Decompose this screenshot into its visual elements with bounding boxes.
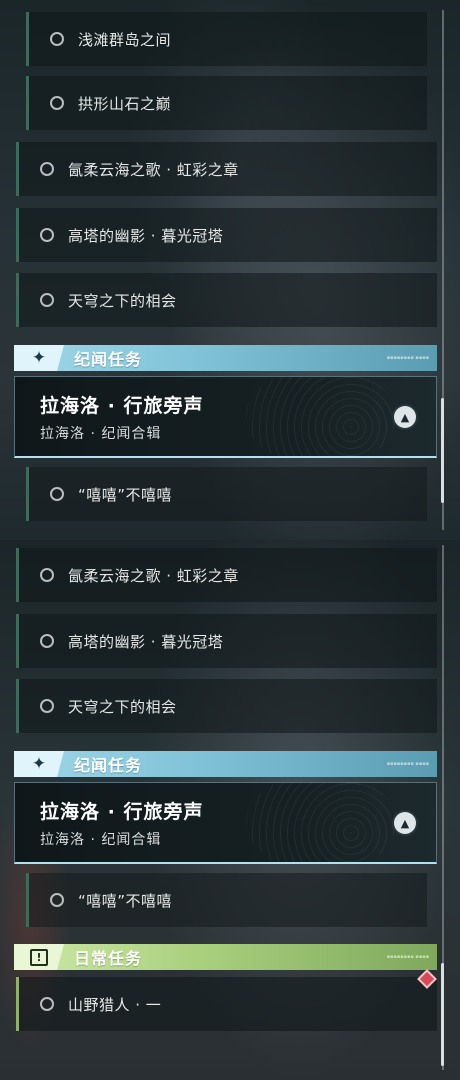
- category-badge: ✦: [14, 751, 64, 777]
- category-header-daily[interactable]: ! 日常任务 ▪▪▪▪▪▪▪▪ ▪▪▪▪: [14, 944, 437, 970]
- quest-label: “嘻嘻”不嘻嘻: [78, 485, 173, 504]
- quest-status-circle-icon: [50, 893, 64, 907]
- quest-card-selected[interactable]: 拉海洛 · 行旅旁声 拉海洛 · 纪闻合辑 ▲: [14, 376, 437, 458]
- quest-row[interactable]: 天穹之下的相会: [16, 273, 437, 327]
- card-title: 拉海洛 · 行旅旁声: [40, 801, 204, 823]
- quest-card-selected[interactable]: 拉海洛 · 行旅旁声 拉海洛 · 纪闻合辑 ▲: [14, 782, 437, 864]
- quest-row[interactable]: 高塔的幽影 · 暮光冠塔: [16, 614, 437, 668]
- sparkle-icon: ✦: [31, 348, 47, 368]
- category-badge: ✦: [14, 345, 64, 371]
- quest-label: 山野猎人 · 一: [68, 995, 162, 1014]
- exclamation-icon: !: [30, 948, 48, 966]
- sparkle-icon: ✦: [31, 754, 47, 774]
- scrollbar-thumb[interactable]: [441, 398, 444, 503]
- quest-status-circle-icon: [40, 293, 54, 307]
- quest-status-circle-icon: [50, 487, 64, 501]
- card-subtitle: 拉海洛 · 纪闻合辑: [40, 832, 162, 848]
- quest-status-circle-icon: [50, 96, 64, 110]
- category-header-chronicle[interactable]: ✦ 纪闻任务 ▪▪▪▪▪▪▪▪ ▪▪▪▪: [14, 345, 437, 371]
- quest-status-circle-icon: [40, 228, 54, 242]
- quest-label: 氤柔云海之歌 · 虹彩之章: [68, 160, 239, 179]
- category-decoration: ▪▪▪▪▪▪▪▪ ▪▪▪▪: [386, 355, 429, 361]
- quest-list-panel-2: 氤柔云海之歌 · 虹彩之章 高塔的幽影 · 暮光冠塔 天穹之下的相会 ✦ 纪闻任…: [0, 540, 460, 1080]
- quest-list-panel-1: 浅滩群岛之间 拱形山石之巅 氤柔云海之歌 · 虹彩之章 高塔的幽影 · 暮光冠塔…: [0, 0, 460, 540]
- quest-status-circle-icon: [40, 634, 54, 648]
- quest-row[interactable]: 天穹之下的相会: [16, 679, 437, 733]
- topographic-pattern: [246, 783, 396, 862]
- quest-sub-row[interactable]: “嘻嘻”不嘻嘻: [26, 873, 427, 927]
- quest-row-daily[interactable]: 山野猎人 · 一: [16, 977, 437, 1031]
- quest-label: 浅滩群岛之间: [78, 30, 172, 49]
- topographic-pattern: [246, 377, 396, 456]
- category-decoration: ▪▪▪▪▪▪▪▪ ▪▪▪▪: [386, 954, 429, 960]
- category-title: 日常任务: [74, 949, 143, 968]
- navigate-icon[interactable]: ▲: [394, 406, 416, 428]
- quest-status-circle-icon: [40, 162, 54, 176]
- quest-sub-row[interactable]: “嘻嘻”不嘻嘻: [26, 467, 427, 521]
- category-decoration: ▪▪▪▪▪▪▪▪ ▪▪▪▪: [386, 761, 429, 767]
- category-title: 纪闻任务: [74, 756, 143, 775]
- quest-row[interactable]: 浅滩群岛之间: [26, 12, 427, 66]
- quest-status-circle-icon: [40, 997, 54, 1011]
- quest-label: 拱形山石之巅: [78, 94, 172, 113]
- quest-row[interactable]: 氤柔云海之歌 · 虹彩之章: [16, 142, 437, 196]
- category-header-chronicle[interactable]: ✦ 纪闻任务 ▪▪▪▪▪▪▪▪ ▪▪▪▪: [14, 751, 437, 777]
- quest-status-circle-icon: [40, 699, 54, 713]
- quest-label: “嘻嘻”不嘻嘻: [78, 891, 173, 910]
- quest-status-circle-icon: [40, 568, 54, 582]
- scrollbar-thumb[interactable]: [441, 963, 444, 1066]
- card-subtitle: 拉海洛 · 纪闻合辑: [40, 426, 162, 442]
- quest-row[interactable]: 高塔的幽影 · 暮光冠塔: [16, 208, 437, 262]
- quest-label: 天穹之下的相会: [68, 291, 177, 310]
- card-title: 拉海洛 · 行旅旁声: [40, 395, 204, 417]
- quest-row[interactable]: 氤柔云海之歌 · 虹彩之章: [16, 548, 437, 602]
- category-badge: !: [14, 944, 64, 970]
- category-title: 纪闻任务: [74, 350, 143, 369]
- quest-label: 氤柔云海之歌 · 虹彩之章: [68, 566, 239, 585]
- quest-row[interactable]: 拱形山石之巅: [26, 76, 427, 130]
- quest-label: 高塔的幽影 · 暮光冠塔: [68, 226, 224, 245]
- quest-status-circle-icon: [50, 32, 64, 46]
- quest-label: 天穹之下的相会: [68, 697, 177, 716]
- quest-label: 高塔的幽影 · 暮光冠塔: [68, 632, 224, 651]
- navigate-icon[interactable]: ▲: [394, 812, 416, 834]
